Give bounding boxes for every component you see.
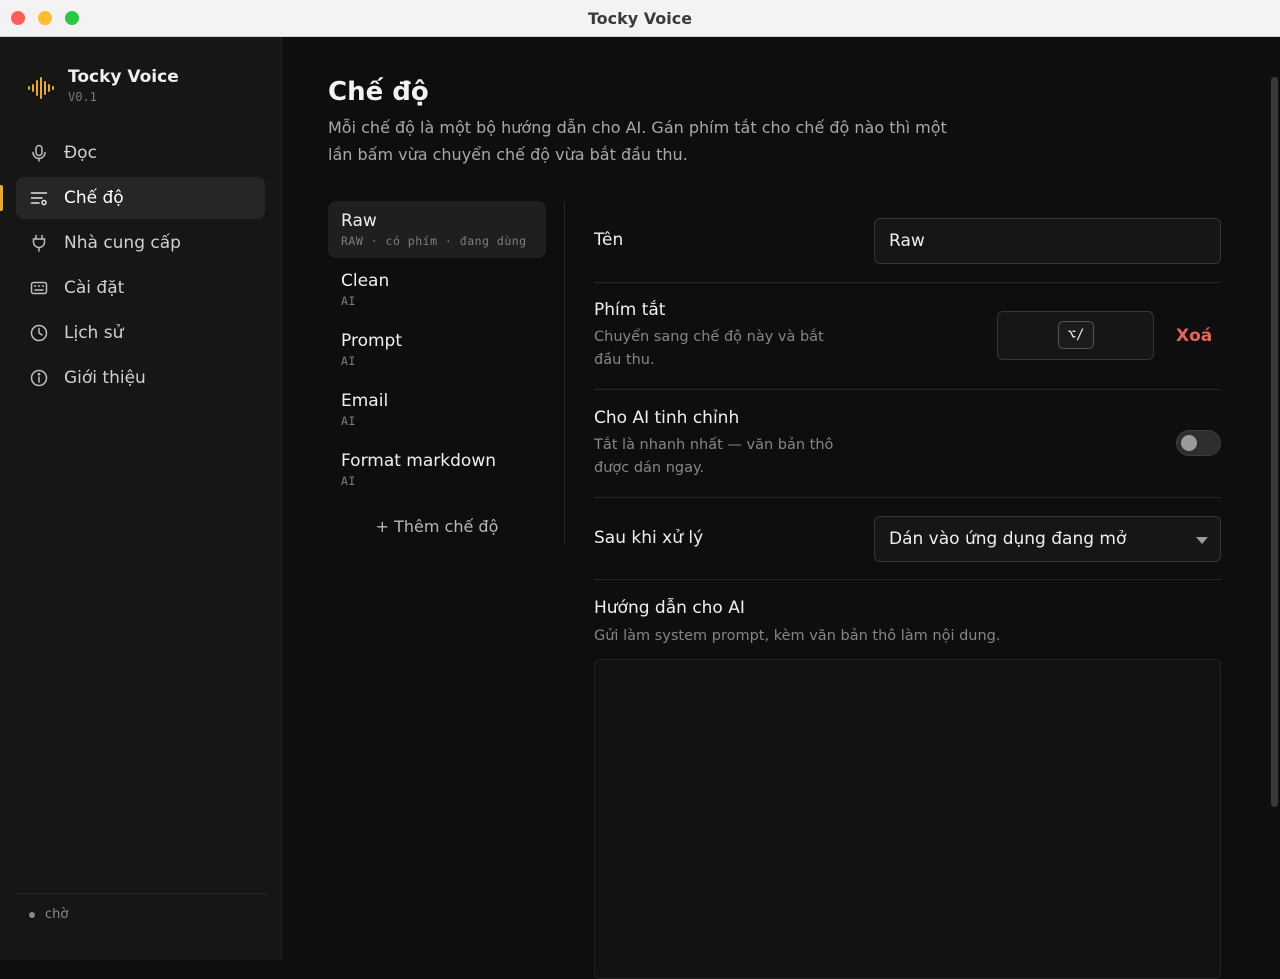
ai-refine-label: Cho AI tinh chỉnh bbox=[594, 408, 740, 428]
name-label: Tên bbox=[594, 230, 624, 250]
mode-name: Prompt bbox=[341, 331, 402, 351]
mode-item-email[interactable]: Email AI bbox=[328, 381, 546, 438]
app-window: Tocky Voice Tocky Voice V0.1 Đọc Chế độ … bbox=[0, 0, 1280, 979]
mode-item-clean[interactable]: Clean AI bbox=[328, 261, 546, 318]
mode-name: Email bbox=[341, 391, 389, 411]
after-processing-select[interactable]: Dán vào ứng dụng đang mở bbox=[874, 516, 1221, 562]
after-processing-label: Sau khi xử lý bbox=[594, 528, 704, 548]
mode-meta: AI bbox=[341, 414, 356, 428]
sidebar-item-label: Lịch sử bbox=[64, 323, 124, 343]
prompt-label: Hướng dẫn cho AI bbox=[594, 598, 745, 618]
active-nav-marker bbox=[0, 185, 3, 211]
scrollbar[interactable] bbox=[1271, 77, 1278, 807]
shortcut-description: Chuyển sang chế độ này và bắt đầu thu. bbox=[594, 329, 824, 368]
sidebar-item-doc[interactable]: Đọc bbox=[16, 132, 265, 174]
main-panel: Chế độ Mỗi chế độ là một bộ hướng dẫn ch… bbox=[282, 37, 1280, 979]
sidebar-item-providers[interactable]: Nhà cung cấp bbox=[16, 222, 265, 264]
sidebar-item-history[interactable]: Lịch sử bbox=[16, 312, 265, 354]
toggle-knob bbox=[1181, 435, 1197, 451]
sidebar-item-label: Nhà cung cấp bbox=[64, 233, 181, 253]
mode-item-raw[interactable]: Raw RAW · có phím · đang dùng bbox=[328, 201, 546, 258]
mode-meta: AI bbox=[341, 354, 356, 368]
page-description: Mỗi chế độ là một bộ hướng dẫn cho AI. G… bbox=[328, 118, 947, 164]
title-bar: Tocky Voice bbox=[0, 0, 1280, 37]
shortcut-label: Phím tắt bbox=[594, 300, 666, 320]
name-input[interactable] bbox=[874, 218, 1221, 264]
sidebar: Tocky Voice V0.1 Đọc Chế độ Nhà cung cấp bbox=[0, 37, 282, 960]
mode-name: Format markdown bbox=[341, 451, 496, 471]
mode-meta: AI bbox=[341, 294, 356, 308]
divider bbox=[594, 497, 1221, 498]
shortcut-recorder[interactable]: ⌥/ bbox=[997, 311, 1154, 360]
list-divider bbox=[564, 202, 565, 545]
ai-refine-description: Tắt là nhanh nhất — văn bản thô được dán… bbox=[594, 437, 834, 476]
modes-icon bbox=[30, 189, 48, 207]
prompt-textarea[interactable] bbox=[594, 659, 1221, 979]
info-icon bbox=[30, 369, 48, 387]
mode-item-format-markdown[interactable]: Format markdown AI bbox=[328, 441, 546, 498]
mode-name: Clean bbox=[341, 271, 390, 291]
mode-list: Raw RAW · có phím · đang dùng Clean AI P… bbox=[328, 201, 546, 501]
brand-name: Tocky Voice bbox=[68, 67, 179, 87]
shortcut-key: ⌥/ bbox=[1058, 321, 1094, 349]
delete-shortcut-button[interactable]: Xoá bbox=[1176, 326, 1212, 346]
sidebar-item-label: Đọc bbox=[64, 143, 97, 163]
sidebar-item-modes[interactable]: Chế độ bbox=[16, 177, 265, 219]
mode-meta: RAW · có phím · đang dùng bbox=[341, 234, 527, 248]
divider bbox=[594, 282, 1221, 283]
brand-version: V0.1 bbox=[68, 90, 97, 104]
mode-meta: AI bbox=[341, 474, 356, 488]
window-title: Tocky Voice bbox=[587, 9, 693, 28]
sidebar-item-label: Chế độ bbox=[64, 188, 124, 208]
sidebar-divider bbox=[16, 893, 266, 894]
page-title: Chế độ bbox=[328, 77, 429, 107]
chevron-down-icon bbox=[1196, 537, 1208, 544]
status-indicator: chờ bbox=[29, 907, 68, 922]
plug-icon bbox=[30, 234, 48, 252]
divider bbox=[594, 579, 1221, 580]
status-text: chờ bbox=[45, 907, 69, 922]
ai-refine-toggle[interactable] bbox=[1176, 430, 1221, 456]
prompt-description: Gửi làm system prompt, kèm văn bản thô l… bbox=[594, 628, 1001, 644]
waveform-logo-icon bbox=[28, 77, 54, 99]
mode-name: Raw bbox=[341, 211, 377, 231]
keyboard-icon bbox=[30, 279, 48, 297]
select-value: Dán vào ứng dụng đang mở bbox=[889, 529, 1127, 549]
sidebar-item-label: Giới thiệu bbox=[64, 368, 146, 388]
microphone-icon bbox=[30, 144, 48, 162]
sidebar-item-label: Cài đặt bbox=[64, 278, 125, 298]
status-dot-icon bbox=[29, 911, 35, 918]
mode-item-prompt[interactable]: Prompt AI bbox=[328, 321, 546, 378]
sidebar-item-settings[interactable]: Cài đặt bbox=[16, 267, 265, 309]
sidebar-item-about[interactable]: Giới thiệu bbox=[16, 357, 265, 399]
divider bbox=[594, 389, 1221, 390]
add-mode-button[interactable]: + Thêm chế độ bbox=[328, 517, 546, 536]
clock-icon bbox=[30, 324, 48, 342]
